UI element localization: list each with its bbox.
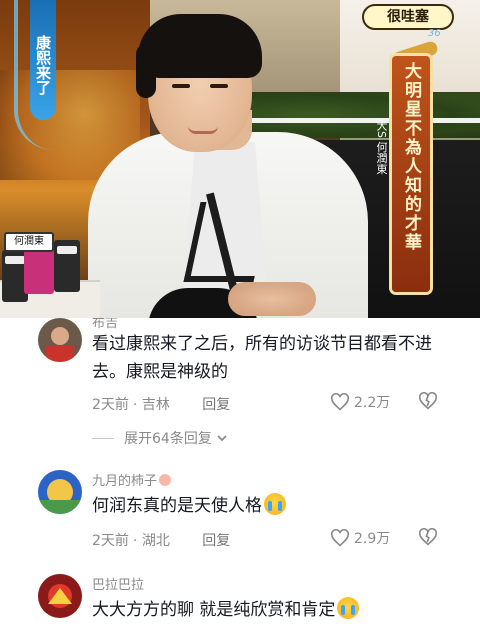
comment-list[interactable]: 布吉 看过康熙来了之后，所有的访谈节目都看不进去。康熙是神级的 2天前 · 吉林 … [0,318,480,640]
dislike-button[interactable] [418,391,438,414]
comment-meta: 2天前 · 吉林 回复 [92,397,231,413]
wow-caption-sub: 36 [428,28,441,39]
reply-button[interactable]: 回复 [202,397,230,413]
pink-drink-cup [24,246,54,294]
avatar[interactable] [38,574,82,618]
comment-username[interactable]: 巴拉巴拉 [92,574,144,593]
heart-outline-icon [330,393,350,411]
host-figure [88,14,368,318]
dislike-button[interactable] [418,527,438,550]
comment-text: 何润东真的是天使人格 [92,492,452,520]
like-button[interactable]: 2.2万 [330,392,390,412]
broken-heart-icon [418,527,438,546]
guest-name-plate: 何潤東 [4,232,54,252]
reply-button[interactable]: 回复 [202,533,230,549]
comment-time: 2天前 [92,533,129,549]
comment-text: 大大方方的聊 就是纯欣赏和肯定 [92,596,452,624]
broken-heart-icon [418,391,438,410]
like-count: 2.2万 [354,395,391,411]
avatar[interactable] [38,318,82,362]
comment-location: 吉林 [141,397,170,413]
expand-replies-label: 展开64条回复 [124,431,212,447]
like-count: 2.9万 [354,531,391,547]
show-logo-tag: 康熙来了 [30,0,56,120]
comment-text: 看过康熙来了之后，所有的访谈节目都看不进去。康熙是神级的 [92,334,432,382]
clasped-hands [228,282,316,316]
avatar[interactable] [38,470,82,514]
comment-time: 2天前 [92,397,129,413]
wow-caption-badge: 很哇塞 [362,4,454,30]
comment-username[interactable]: 九月的柿子 [92,470,172,489]
like-button[interactable]: 2.9万 [330,528,390,548]
expand-replies-button[interactable]: 展开64条回复 [92,428,229,448]
comment-meta: 2天前 · 湖北 回复 [92,533,231,549]
heart-outline-icon [330,529,350,547]
comment-location: 湖北 [141,533,170,549]
guest-label: 大S 何潤東 [375,120,388,175]
host-hair [138,14,262,78]
crying-laughing-emoji [337,597,360,619]
chevron-down-icon [217,435,227,442]
video-frame[interactable]: 何潤東 康熙来了 很哇塞 36 大明星不為人知的才華 大S 何潤東 [0,0,480,318]
drink-cup [54,240,80,292]
episode-banner-text: 大明星不為人知的才華 [401,62,421,252]
crying-laughing-emoji [264,493,286,515]
persimmon-emoji [159,474,172,486]
